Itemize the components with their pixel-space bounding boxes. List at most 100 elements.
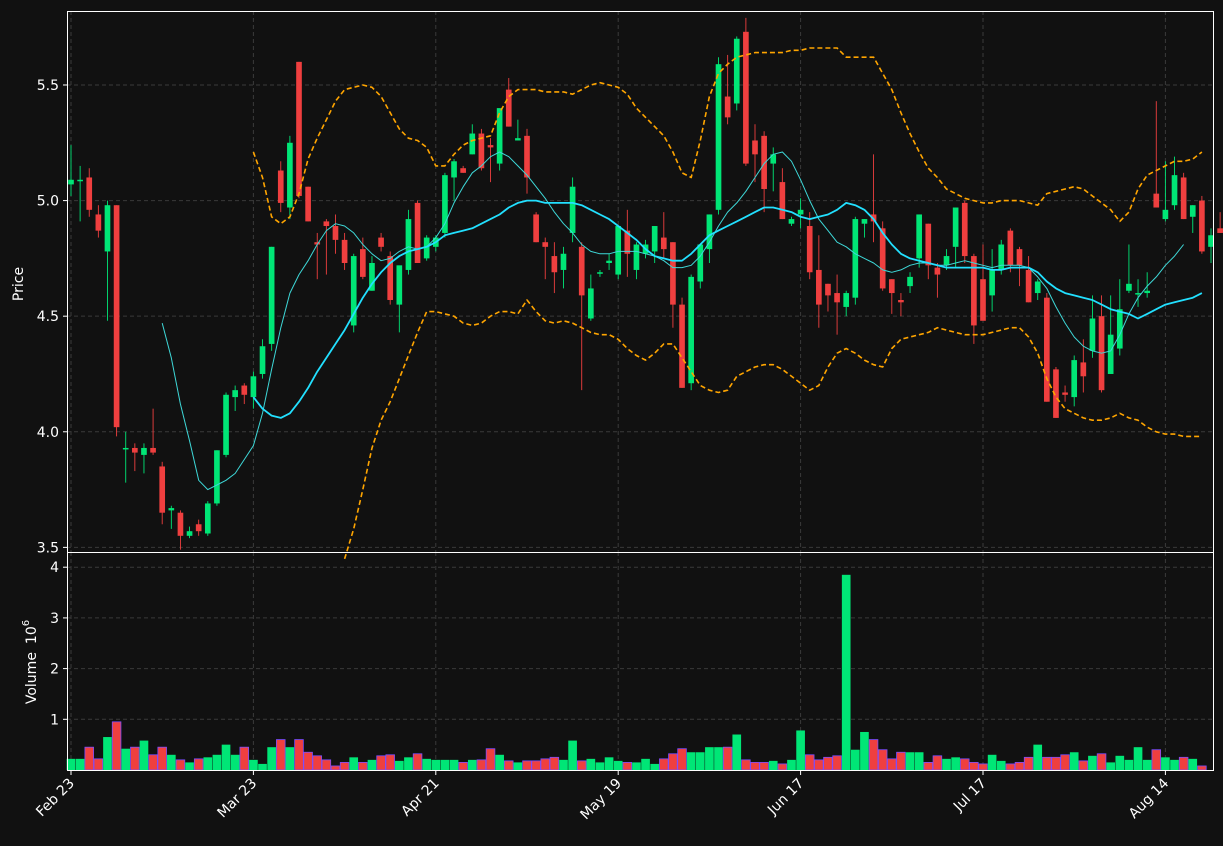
volume-bar: [1142, 759, 1152, 770]
volume-bar: [768, 760, 778, 770]
volume-bar: [686, 752, 696, 770]
candle-body: [68, 179, 74, 185]
volume-bar: [1069, 752, 1079, 770]
candle-body: [1199, 200, 1205, 252]
volume-tick-label: 4: [50, 560, 59, 576]
volume-bar: [422, 758, 432, 770]
volume-panel-frame: [67, 552, 1214, 771]
candle-body: [733, 38, 740, 104]
volume-bar: [212, 754, 222, 770]
candle-body: [925, 223, 932, 266]
candle-body: [724, 96, 731, 118]
volume-bar: [877, 749, 888, 771]
candle-body: [1180, 177, 1187, 220]
price-tick-label: 5.0: [37, 194, 59, 210]
candle-body: [524, 135, 530, 178]
candle-body: [633, 244, 640, 270]
volume-bar: [750, 761, 760, 771]
volume-bar: [695, 752, 705, 770]
volume-bar: [249, 759, 258, 770]
candle-body: [1153, 193, 1160, 208]
volume-bar: [1115, 755, 1125, 770]
candle-body: [1208, 235, 1214, 247]
volume-bar: [586, 758, 596, 770]
volume-bar: [641, 758, 650, 770]
candle-body: [287, 142, 293, 208]
volume-bar: [1161, 757, 1170, 770]
volume-bar: [896, 751, 906, 771]
candle-body: [487, 145, 494, 148]
volume-bar: [714, 747, 723, 770]
lower-band-line: [343, 299, 1202, 560]
candle-body: [1126, 283, 1132, 291]
price-tick-label: 3.5: [37, 540, 59, 556]
candle-body: [1071, 360, 1078, 398]
volume-bar: [75, 758, 85, 770]
candle-body: [460, 168, 466, 173]
candle-body: [204, 503, 211, 534]
candle-body: [1135, 293, 1141, 295]
candle-body: [852, 219, 859, 298]
volume-bar: [230, 754, 240, 770]
candle-body: [1116, 309, 1123, 349]
volume-bar: [458, 761, 468, 771]
candle-body: [989, 269, 995, 296]
volume-bar: [239, 746, 250, 771]
volume-bar: [1088, 755, 1097, 770]
volume-bar: [148, 754, 158, 771]
candle-body: [980, 279, 986, 321]
volume-bar: [1188, 758, 1198, 770]
volume-bar: [932, 755, 943, 771]
volume-bar: [942, 758, 951, 770]
volume-bar: [221, 744, 231, 770]
volume-bar: [1023, 756, 1034, 771]
volume-bar: [951, 757, 960, 770]
volume-bar: [868, 739, 879, 771]
candle-body: [560, 253, 567, 270]
candle-body: [515, 138, 521, 141]
candle-body: [305, 186, 311, 222]
volume-bar: [1197, 765, 1207, 771]
candle-body: [396, 265, 403, 305]
volume-bar: [103, 737, 112, 770]
volume-bar: [1124, 759, 1134, 770]
candle-body: [1189, 205, 1196, 217]
ma-slow-line: [252, 199, 1203, 419]
candle-body: [378, 237, 384, 247]
volume-bar: [559, 759, 568, 770]
candle-body: [615, 226, 622, 275]
volume-bar: [385, 754, 395, 771]
volume-bar: [841, 574, 851, 770]
candle-body: [679, 304, 685, 388]
candle-body: [186, 531, 193, 536]
candle-body: [1034, 281, 1041, 294]
x-tick-label: Jul 17: [950, 776, 990, 816]
volume-bar: [677, 748, 687, 771]
candle-body: [761, 135, 767, 190]
volume-bar: [595, 762, 605, 770]
candle-body: [569, 186, 576, 233]
volume-bar: [1170, 759, 1179, 770]
candle-body: [77, 179, 83, 182]
volume-tick-label: 2: [50, 662, 59, 678]
candle-body: [104, 205, 111, 252]
volume-bar: [1051, 756, 1061, 771]
volume-bar: [404, 757, 413, 770]
volume-bar: [860, 731, 869, 770]
volume-bars: [66, 574, 1207, 771]
x-tick-label: Jun 17: [764, 776, 807, 819]
volume-bar: [622, 761, 633, 771]
candle-body: [551, 256, 558, 273]
candle-body: [825, 283, 831, 296]
candle-body: [1171, 175, 1178, 206]
volume-bar: [1005, 763, 1016, 771]
volume-bar: [84, 746, 94, 771]
volume-bar: [540, 758, 550, 771]
candle-body: [743, 31, 749, 164]
volume-bar: [203, 757, 213, 770]
volume-bar: [1060, 754, 1070, 771]
volume-bar: [1014, 761, 1025, 771]
volume-bar: [339, 761, 350, 771]
candle-body: [670, 242, 676, 305]
volume-bar: [923, 761, 934, 771]
